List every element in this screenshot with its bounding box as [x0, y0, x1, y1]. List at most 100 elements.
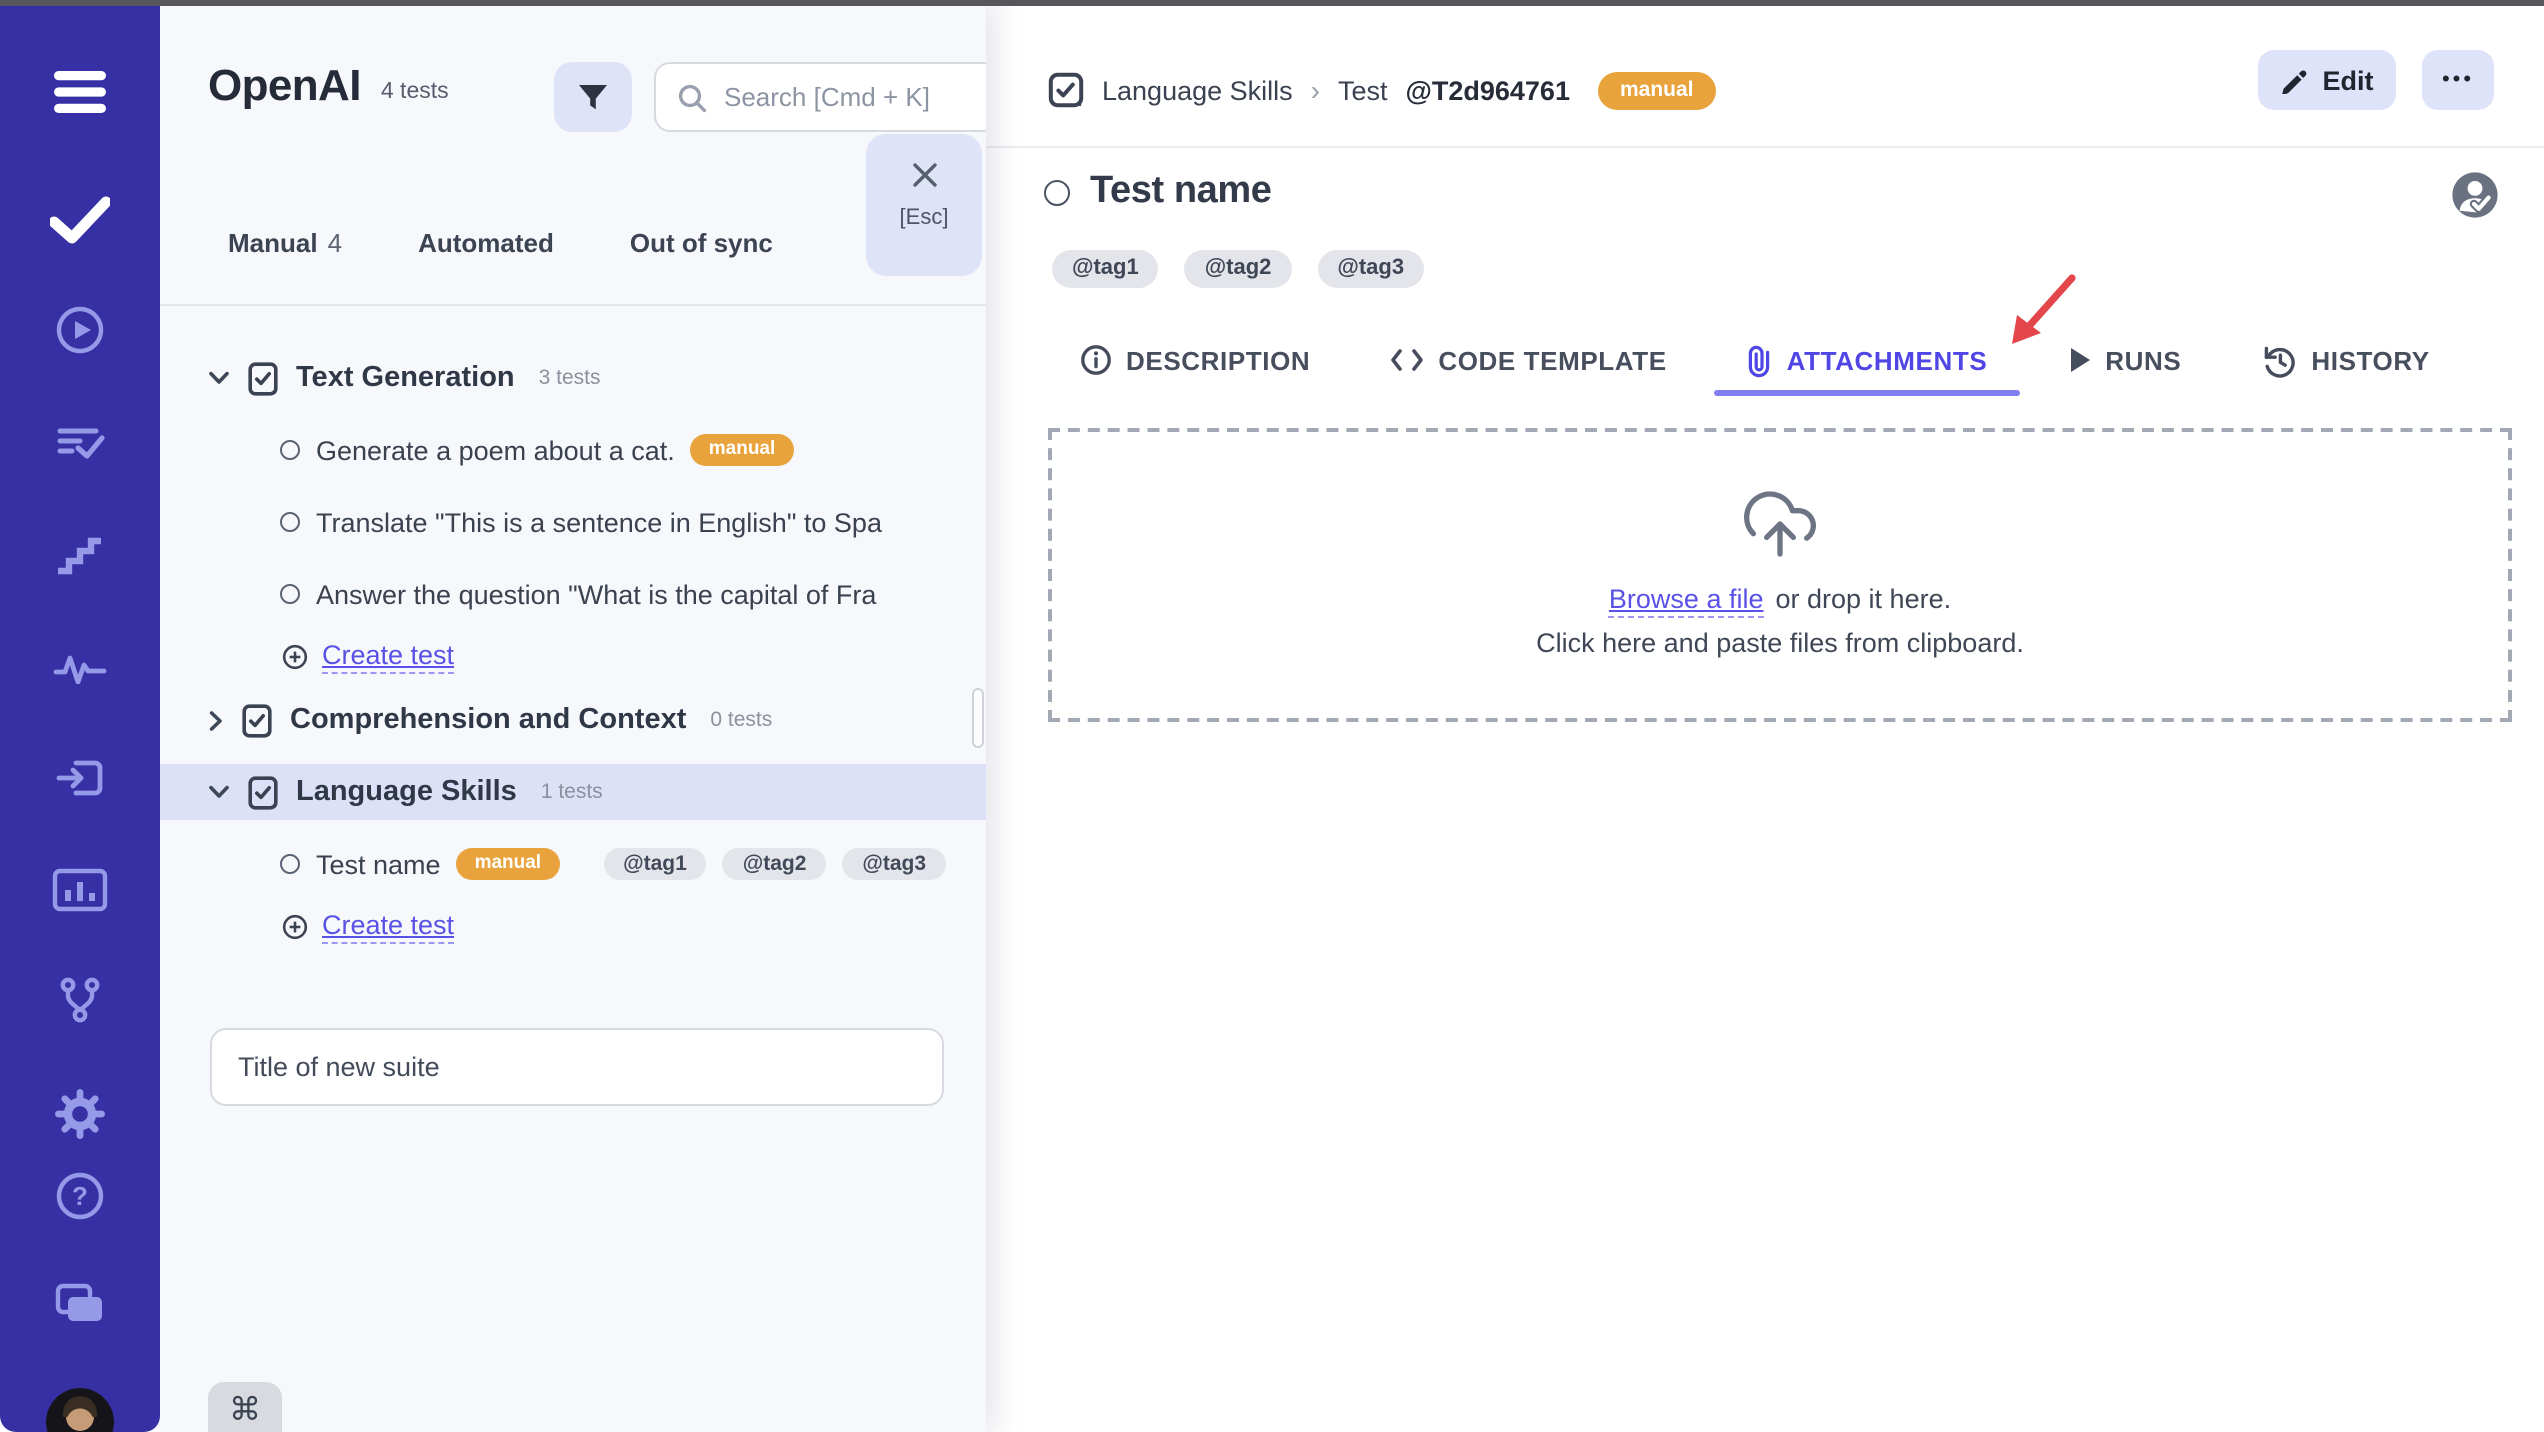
- tag-pill: @tag3: [1317, 250, 1425, 288]
- header-divider: [986, 146, 2544, 148]
- paste-hint: Click here and paste files from clipboar…: [1536, 628, 2024, 658]
- history-icon: [2264, 345, 2295, 377]
- command-key-badge[interactable]: ⌘: [208, 1382, 282, 1432]
- window-top-edge: [0, 0, 2544, 6]
- total-test-count: 4 tests: [380, 79, 449, 103]
- edit-button[interactable]: Edit: [2258, 50, 2396, 110]
- cloud-upload-icon: [1744, 491, 1816, 557]
- upload-dropzone[interactable]: Browse a file or drop it here. Click her…: [1048, 428, 2512, 722]
- suite-drawer: OpenAI 4 tests [Esc] Manual4 Automated O…: [160, 0, 986, 1432]
- tag-pill: @tag1: [1052, 250, 1159, 288]
- suite-row-language-skills[interactable]: Language Skills 1 tests: [160, 764, 986, 820]
- play-icon: [2070, 348, 2090, 372]
- create-test-row-1[interactable]: Create test: [160, 628, 986, 684]
- detail-tabs: DESCRIPTION CODE TEMPLATE ATTACHMENTS RU…: [1080, 340, 2430, 396]
- gear-icon[interactable]: [54, 1088, 106, 1140]
- drawer-tabs: Manual 4 Automated Out of sync: [228, 228, 773, 258]
- esc-hint: [Esc]: [899, 206, 949, 230]
- folder-icon[interactable]: [52, 1280, 108, 1328]
- edit-button-label: Edit: [2322, 65, 2374, 95]
- tag-pill: @tag2: [1184, 250, 1292, 288]
- activity-icon[interactable]: [53, 648, 107, 684]
- tabs-divider: [160, 304, 986, 306]
- svg-text:?: ?: [72, 1181, 88, 1211]
- test-row-test-name[interactable]: Test name manual @tag1 @tag2 @tag3: [160, 836, 986, 892]
- test-status-icon: [280, 512, 300, 532]
- tab-history[interactable]: HISTORY: [2261, 340, 2429, 380]
- chevron-down-icon[interactable]: [208, 784, 230, 800]
- pencil-icon: [2282, 70, 2307, 94]
- sidebar: ?: [0, 0, 160, 1432]
- manual-badge: manual: [1597, 71, 1716, 109]
- menu-icon[interactable]: [54, 71, 106, 113]
- chevron-right-icon[interactable]: [208, 709, 224, 731]
- list-check-icon[interactable]: [54, 419, 106, 465]
- stairs-icon[interactable]: [54, 532, 106, 576]
- play-circle-icon[interactable]: [54, 304, 106, 356]
- tests-check-icon[interactable]: [50, 196, 110, 244]
- test-row-answer[interactable]: Answer the question "What is the capital…: [160, 566, 986, 622]
- tag-pill: @tag1: [603, 848, 707, 880]
- manual-badge: manual: [690, 434, 794, 466]
- info-icon: [1081, 345, 1111, 375]
- tab-manual-count: 4: [327, 228, 343, 258]
- close-icon: [912, 163, 936, 187]
- browse-file-link[interactable]: Browse a file: [1608, 584, 1764, 618]
- tab-automated[interactable]: Automated: [418, 228, 554, 258]
- test-detail-panel: Language Skills › Test @T2d964761 manual…: [986, 6, 2544, 1432]
- chevron-down-icon[interactable]: [208, 370, 230, 386]
- drawer-scrollbar-thumb[interactable]: [972, 688, 984, 748]
- tab-out-of-sync[interactable]: Out of sync: [630, 228, 773, 258]
- test-row-poem[interactable]: Generate a poem about a cat. manual: [160, 422, 986, 478]
- breadcrumb-separator: ›: [1310, 74, 1320, 106]
- ellipsis-icon: •••: [2441, 68, 2475, 92]
- search-input[interactable]: [724, 82, 964, 112]
- search-icon: [678, 83, 707, 112]
- tag-pill: @tag2: [722, 848, 827, 880]
- bar-chart-icon[interactable]: [52, 868, 108, 912]
- breadcrumb-suite-link[interactable]: Language Skills: [1102, 75, 1293, 105]
- manual-badge: manual: [456, 848, 560, 880]
- plus-circle-icon: [282, 913, 308, 939]
- paperclip-icon: [1749, 344, 1770, 377]
- app-window: ? OpenAI 4 tests [Esc] Manual4 Automated: [0, 0, 2544, 1432]
- funnel-icon: [579, 84, 607, 109]
- doc-check-icon: [242, 703, 272, 737]
- new-suite-title-input[interactable]: [210, 1028, 944, 1106]
- test-title: Test name: [1090, 170, 1272, 212]
- test-tags: @tag1 @tag2 @tag3: [1052, 250, 1425, 288]
- tab-runs[interactable]: RUNS: [2067, 340, 2181, 380]
- more-actions-button[interactable]: •••: [2422, 50, 2494, 110]
- test-status-icon: [280, 854, 300, 874]
- code-icon: [1391, 349, 1424, 371]
- user-check-icon[interactable]: [2450, 170, 2500, 230]
- test-row-translate[interactable]: Translate "This is a sentence in English…: [160, 494, 986, 550]
- git-branch-icon[interactable]: [54, 974, 106, 1026]
- doc-check-icon: [248, 775, 278, 809]
- filter-button[interactable]: [554, 62, 632, 132]
- create-test-link[interactable]: Create test: [322, 909, 455, 943]
- drop-hint: or drop it here.: [1775, 584, 1952, 614]
- breadcrumb: Language Skills › Test @T2d964761 manual: [1048, 70, 1716, 110]
- tag-pill: @tag3: [842, 848, 947, 880]
- plus-circle-icon: [282, 643, 308, 669]
- tab-manual[interactable]: Manual 4: [228, 228, 342, 258]
- test-status-icon: [280, 584, 300, 604]
- close-drawer-button[interactable]: [Esc]: [866, 134, 982, 276]
- test-status-icon: [1044, 179, 1070, 205]
- tab-code-template[interactable]: CODE TEMPLATE: [1390, 340, 1666, 380]
- create-test-row-2[interactable]: Create test: [160, 898, 986, 954]
- search-box: [654, 62, 986, 132]
- suite-row-comprehension[interactable]: Comprehension and Context 0 tests: [160, 692, 986, 748]
- breadcrumb-test-prefix: Test: [1338, 75, 1388, 105]
- tab-description[interactable]: DESCRIPTION: [1080, 340, 1310, 380]
- help-icon[interactable]: ?: [54, 1170, 106, 1222]
- create-test-link[interactable]: Create test: [322, 639, 455, 673]
- suite-row-text-generation[interactable]: Text Generation 3 tests: [160, 350, 986, 406]
- tab-attachments[interactable]: ATTACHMENTS: [1714, 340, 2020, 396]
- doc-check-icon: [1048, 72, 1084, 108]
- user-avatar[interactable]: [44, 1386, 116, 1432]
- doc-check-icon: [248, 361, 278, 395]
- sign-in-icon[interactable]: [54, 754, 106, 802]
- app-title: OpenAI: [208, 60, 361, 110]
